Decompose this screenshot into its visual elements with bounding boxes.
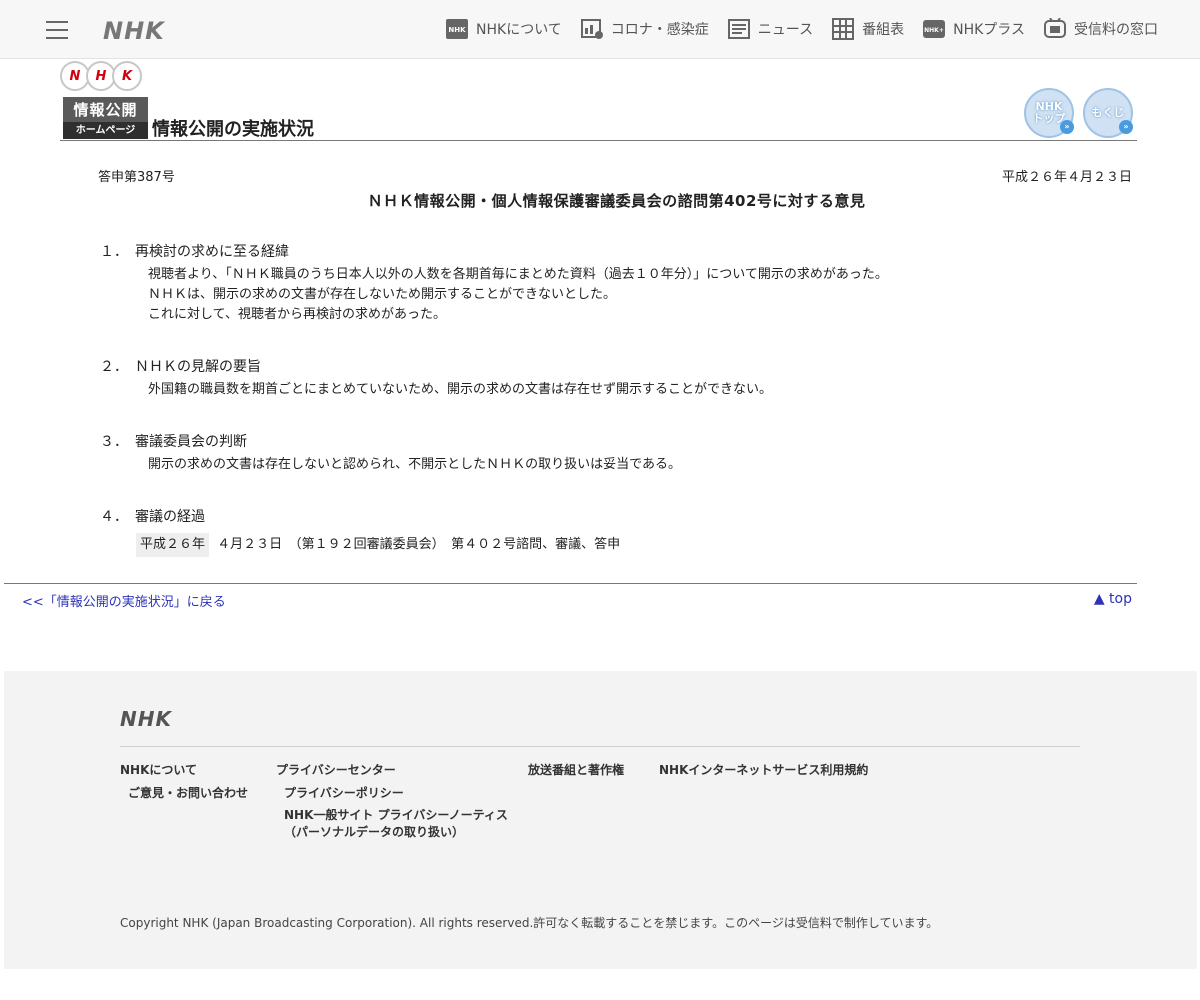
section-title: 再検討の求めに至る経緯 bbox=[135, 244, 289, 260]
copyright-text: Copyright NHK (Japan Broadcasting Corpor… bbox=[120, 916, 939, 930]
footer-link-privacy-notice[interactable]: NHK一般サイト プライバシーノーティス （パーソナルデータの取り扱い） bbox=[284, 807, 508, 841]
section-title: ＮＨＫの見解の要旨 bbox=[135, 359, 261, 375]
footer-link-contact[interactable]: ご意見・お問い合わせ bbox=[128, 785, 248, 802]
badge-line2: ホームページ bbox=[63, 122, 148, 139]
footer-nhk-logo[interactable]: NHK bbox=[120, 707, 172, 731]
back-link[interactable]: <<「情報公開の実施状況」に戻る bbox=[22, 591, 226, 610]
nhkplus-icon: NHK+ bbox=[923, 20, 946, 38]
news-icon bbox=[727, 19, 750, 39]
footer-link-terms[interactable]: NHKインターネットサービス利用規約 bbox=[659, 761, 868, 778]
section-number: ４． bbox=[100, 509, 128, 525]
footer-link-privacy-center[interactable]: プライバシーセンター bbox=[276, 761, 396, 778]
nav-link-about[interactable]: NHK NHKについて bbox=[445, 18, 562, 40]
nhk-square-icon: NHK bbox=[446, 19, 469, 39]
section-number: ２． bbox=[100, 359, 128, 375]
footer-divider bbox=[120, 746, 1080, 747]
nhk-oval-logo[interactable]: N H K bbox=[60, 61, 142, 91]
body-line: 開示の求めの文書は存在しないと認められ、不開示としたＮＨＫの取り扱いは妥当である… bbox=[148, 457, 682, 472]
nav-links: NHK NHKについて コロナ・感染症 ニュース 番組表 NHK+ NHKプラス… bbox=[445, 18, 1158, 40]
index-label: もくじ bbox=[1091, 106, 1125, 119]
section-heading: ３． 審議委員会の判断 bbox=[100, 431, 247, 451]
corona-chart-icon bbox=[580, 19, 603, 39]
svg-text:NHK+: NHK+ bbox=[924, 27, 944, 34]
svg-text:NHK: NHK bbox=[448, 26, 466, 34]
nhk-top-button[interactable]: NHK トップ » bbox=[1024, 88, 1074, 138]
section-heading: ２． ＮＨＫの見解の要旨 bbox=[100, 356, 261, 376]
document-title: ＮＨＫ情報公開・個人情報保護審議委員会の諮問第402号に対する意見 bbox=[367, 192, 866, 210]
body-line: 外国籍の職員数を期首ごとにまとめていないため、開示の求めの文書は存在せず開示する… bbox=[148, 382, 773, 397]
top-link[interactable]: ▲ top bbox=[1094, 591, 1132, 607]
nav-link-label: 番組表 bbox=[862, 22, 905, 38]
global-nav: NHK NHK NHKについて コロナ・感染症 ニュース 番組表 NHK+ NH… bbox=[0, 0, 1200, 59]
footer-link-line: （パーソナルデータの取り扱い） bbox=[284, 825, 465, 839]
body-line: ＮＨＫは、開示の求めの文書が存在しないため開示することができないとした。 bbox=[148, 287, 617, 302]
program-grid-icon bbox=[832, 18, 855, 40]
menu-icon[interactable] bbox=[46, 21, 68, 39]
page-header: N H K 情報公開 ホームページ 情報公開の実施状況 NHK トップ » もく… bbox=[60, 60, 1137, 141]
badge-line1: 情報公開 bbox=[73, 101, 138, 119]
footer-link-about[interactable]: NHKについて bbox=[120, 761, 197, 778]
section-body: 開示の求めの文書は存在しないと認められ、不開示としたＮＨＫの取り扱いは妥当である… bbox=[148, 455, 681, 475]
nav-link-nhkplus[interactable]: NHK+ NHKプラス bbox=[922, 18, 1025, 40]
document-number: 答申第387号 bbox=[98, 170, 175, 185]
nav-link-label: NHKについて bbox=[476, 22, 562, 38]
section-title: 審議委員会の判断 bbox=[135, 434, 247, 450]
page-title: 情報公開の実施状況 bbox=[152, 119, 314, 140]
section-body: 外国籍の職員数を期首ごとにまとめていないため、開示の求めの文書は存在せず開示する… bbox=[148, 380, 772, 400]
divider bbox=[4, 583, 1137, 584]
nhk-top-label: NHK トップ bbox=[1032, 100, 1066, 125]
nav-link-label: NHKプラス bbox=[953, 22, 1025, 38]
nav-link-program[interactable]: 番組表 bbox=[831, 18, 904, 40]
body-line: 視聴者より、「ＮＨＫ職員のうち日本人以外の人数を各期首毎にまとめた資料（過去１０… bbox=[148, 267, 888, 282]
section-heading: ４． 審議の経過 bbox=[100, 506, 205, 526]
history-row: 平成２６年 ４月２３日 （第１９２回審議委員会） 第４０２号諮問、審議、答申 bbox=[136, 533, 621, 557]
receiver-fee-icon bbox=[1044, 18, 1066, 38]
section-body: 視聴者より、「ＮＨＫ職員のうち日本人以外の人数を各期首毎にまとめた資料（過去１０… bbox=[148, 265, 888, 325]
body-line: これに対して、視聴者から再検討の求めがあった。 bbox=[148, 307, 446, 322]
section-title: 審議の経過 bbox=[135, 509, 205, 525]
nav-link-news[interactable]: ニュース bbox=[727, 18, 813, 40]
section-number: ３． bbox=[100, 434, 128, 450]
footer-link-privacy-policy[interactable]: プライバシーポリシー bbox=[284, 785, 404, 802]
document-date: 平成２６年４月２３日 bbox=[1001, 170, 1132, 185]
nav-link-label: 受信料の窓口 bbox=[1074, 22, 1158, 38]
history-date: 平成２６年 bbox=[136, 533, 210, 557]
footer-link-copyright[interactable]: 放送番組と著作権 bbox=[528, 761, 624, 778]
section-number: １． bbox=[100, 244, 128, 260]
index-button[interactable]: もくじ » bbox=[1083, 88, 1133, 138]
oval-letter: K bbox=[112, 61, 142, 91]
section-heading: １． 再検討の求めに至る経緯 bbox=[100, 241, 289, 261]
chevron-right-icon: » bbox=[1060, 120, 1074, 134]
nav-link-label: コロナ・感染症 bbox=[610, 22, 709, 38]
chevron-right-icon: » bbox=[1119, 120, 1133, 134]
footer-link-line: NHK一般サイト プライバシーノーティス bbox=[284, 808, 508, 822]
history-text: ４月２３日 （第１９２回審議委員会） 第４０２号諮問、審議、答申 bbox=[217, 537, 621, 552]
nav-link-fee[interactable]: 受信料の窓口 bbox=[1043, 18, 1158, 40]
info-disclosure-badge[interactable]: 情報公開 ホームページ bbox=[63, 97, 148, 139]
footer: NHK NHKについて ご意見・お問い合わせ プライバシーセンター プライバシー… bbox=[4, 671, 1197, 969]
nhk-logo[interactable]: NHK bbox=[103, 17, 165, 45]
nav-link-corona[interactable]: コロナ・感染症 bbox=[580, 18, 709, 40]
nav-link-label: ニュース bbox=[757, 22, 814, 38]
